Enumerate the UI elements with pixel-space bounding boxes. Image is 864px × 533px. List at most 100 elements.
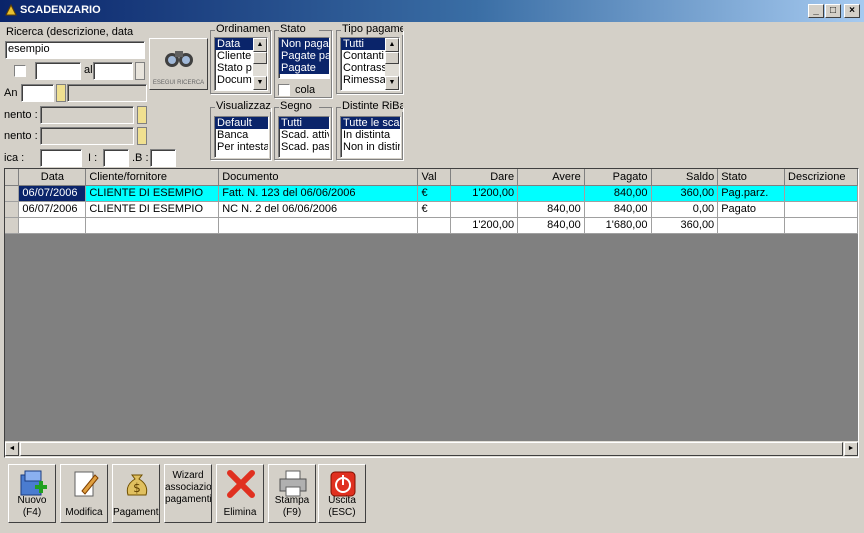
- wizard-button[interactable]: Wizard associazion pagamenti: [164, 464, 212, 523]
- list-item[interactable]: Non in distir: [341, 141, 400, 153]
- table-cell[interactable]: [784, 201, 858, 218]
- list-item[interactable]: Rimessa: [341, 74, 385, 86]
- table-cell[interactable]: [450, 201, 519, 218]
- column-header[interactable]: Stato: [717, 169, 786, 186]
- list-item[interactable]: Non paga: [279, 38, 329, 50]
- table-cell[interactable]: 0,00: [651, 201, 719, 218]
- scadenze-grid[interactable]: Data Cliente/fornitore Documento Val Dar…: [4, 168, 859, 458]
- column-header[interactable]: Descrizione: [784, 169, 858, 186]
- scroll-thumb[interactable]: [20, 442, 843, 456]
- list-item[interactable]: Data: [215, 38, 253, 50]
- stato-list[interactable]: Non paga Pagate pa Pagate: [278, 37, 330, 79]
- table-cell[interactable]: Fatt. N. 123 del 06/06/2006: [218, 185, 419, 202]
- tipo-pagamento-scrollbar[interactable]: ▲ ▼: [385, 38, 399, 90]
- list-item[interactable]: Pagate: [279, 62, 329, 74]
- table-cell[interactable]: €: [417, 185, 452, 202]
- table-cell[interactable]: Pag.parz.: [717, 185, 786, 202]
- pagamenti-button[interactable]: $ Pagamenti: [112, 464, 160, 523]
- visualizzazione-list[interactable]: Default Banca Per intesta: [214, 116, 269, 158]
- scroll-thumb[interactable]: [385, 52, 399, 64]
- i-input[interactable]: [103, 149, 129, 167]
- anno-lookup-button[interactable]: [56, 84, 66, 102]
- stampa-button[interactable]: Stampa (F9): [268, 464, 316, 523]
- column-header[interactable]: Data: [18, 169, 87, 186]
- elimina-button[interactable]: Elimina: [216, 464, 264, 523]
- scroll-down-icon[interactable]: ▼: [385, 76, 399, 90]
- title-bar: SCADENZARIO _ □ ×: [0, 0, 864, 22]
- minimize-button[interactable]: _: [808, 4, 824, 18]
- totals-row: 1'200,00 840,00 1'680,00 360,00: [5, 217, 858, 234]
- search-button[interactable]: ESEGUI RICERCA: [149, 38, 208, 90]
- list-item[interactable]: Scad. pas: [279, 141, 329, 153]
- ordinamento-list[interactable]: Data Cliente Stato p Docum ▲ ▼: [214, 37, 268, 91]
- table-cell[interactable]: CLIENTE DI ESEMPIO: [85, 201, 220, 218]
- field2-lookup-button[interactable]: [137, 127, 147, 145]
- field1-input[interactable]: [40, 106, 134, 124]
- scroll-down-icon[interactable]: ▼: [253, 76, 267, 90]
- ica-input[interactable]: [40, 149, 82, 167]
- list-item[interactable]: Tutti: [279, 117, 329, 129]
- scroll-thumb[interactable]: [253, 52, 267, 64]
- column-header[interactable]: Documento: [218, 169, 419, 186]
- calendar-icon[interactable]: [135, 62, 145, 80]
- column-header[interactable]: Dare: [450, 169, 519, 186]
- table-cell[interactable]: [517, 185, 585, 202]
- maximize-button[interactable]: □: [825, 4, 841, 18]
- field1-lookup-button[interactable]: [137, 106, 147, 124]
- table-cell[interactable]: NC N. 2 del 06/06/2006: [218, 201, 419, 218]
- search-input[interactable]: esempio: [5, 41, 145, 59]
- grid-horizontal-scrollbar[interactable]: ◄ ►: [5, 441, 858, 457]
- b-input[interactable]: [150, 149, 176, 167]
- table-cell[interactable]: CLIENTE DI ESEMPIO: [85, 185, 220, 202]
- table-row[interactable]: 06/07/2006 CLIENTE DI ESEMPIO Fatt. N. 1…: [5, 185, 858, 202]
- list-item[interactable]: Tutte le sca: [341, 117, 400, 129]
- table-cell[interactable]: 06/07/2006: [18, 201, 87, 218]
- list-item[interactable]: Stato p: [215, 62, 253, 74]
- tipo-pagamento-list[interactable]: Tutti Contanti Contrass Rimessa ▲ ▼: [340, 37, 400, 91]
- date-to-input[interactable]: [93, 62, 133, 80]
- list-item[interactable]: Contanti: [341, 50, 385, 62]
- list-item[interactable]: Docum: [215, 74, 253, 86]
- list-item[interactable]: Per intesta: [215, 141, 268, 153]
- scroll-left-icon[interactable]: ◄: [5, 442, 19, 456]
- scroll-right-icon[interactable]: ►: [844, 442, 858, 456]
- list-item[interactable]: Default: [215, 117, 268, 129]
- table-cell[interactable]: 840,00: [584, 201, 652, 218]
- distinte-list[interactable]: Tutte le sca In distinta Non in distir: [340, 116, 401, 158]
- column-header[interactable]: Cliente/fornitore: [85, 169, 220, 186]
- table-cell[interactable]: 840,00: [517, 201, 585, 218]
- table-cell[interactable]: 360,00: [651, 185, 719, 202]
- nuovo-button[interactable]: Nuovo (F4): [8, 464, 56, 523]
- list-item[interactable]: Cliente: [215, 50, 253, 62]
- date-range-checkbox[interactable]: [14, 65, 26, 77]
- table-cell[interactable]: Pagato: [717, 201, 786, 218]
- list-item[interactable]: Pagate pa: [279, 50, 329, 62]
- column-header[interactable]: Pagato: [584, 169, 652, 186]
- date-from-input[interactable]: [35, 62, 81, 80]
- table-cell[interactable]: [784, 185, 858, 202]
- scroll-up-icon[interactable]: ▲: [253, 38, 267, 52]
- field2-input[interactable]: [40, 127, 134, 145]
- ordinamento-scrollbar[interactable]: ▲ ▼: [253, 38, 267, 90]
- list-item[interactable]: Scad. attiv: [279, 129, 329, 141]
- anno-input[interactable]: [21, 84, 54, 102]
- table-cell[interactable]: 06/07/2006: [18, 185, 87, 202]
- uscita-button[interactable]: Uscita (ESC): [318, 464, 366, 523]
- column-header[interactable]: Saldo: [651, 169, 719, 186]
- table-row[interactable]: 06/07/2006 CLIENTE DI ESEMPIO NC N. 2 de…: [5, 201, 858, 218]
- close-button[interactable]: ×: [844, 4, 860, 18]
- list-item[interactable]: Contrass: [341, 62, 385, 74]
- list-item[interactable]: Banca: [215, 129, 268, 141]
- table-cell[interactable]: 840,00: [584, 185, 652, 202]
- list-item[interactable]: Tutti: [341, 38, 385, 50]
- column-header[interactable]: Val: [417, 169, 452, 186]
- modifica-button[interactable]: Modifica: [60, 464, 108, 523]
- binoculars-icon: [165, 51, 193, 67]
- column-header[interactable]: Avere: [517, 169, 585, 186]
- table-cell[interactable]: €: [417, 201, 452, 218]
- segno-list[interactable]: Tutti Scad. attiv Scad. pas: [278, 116, 330, 158]
- scroll-up-icon[interactable]: ▲: [385, 38, 399, 52]
- table-cell[interactable]: 1'200,00: [450, 185, 519, 202]
- stato-checkbox[interactable]: [278, 84, 290, 96]
- list-item[interactable]: In distinta: [341, 129, 400, 141]
